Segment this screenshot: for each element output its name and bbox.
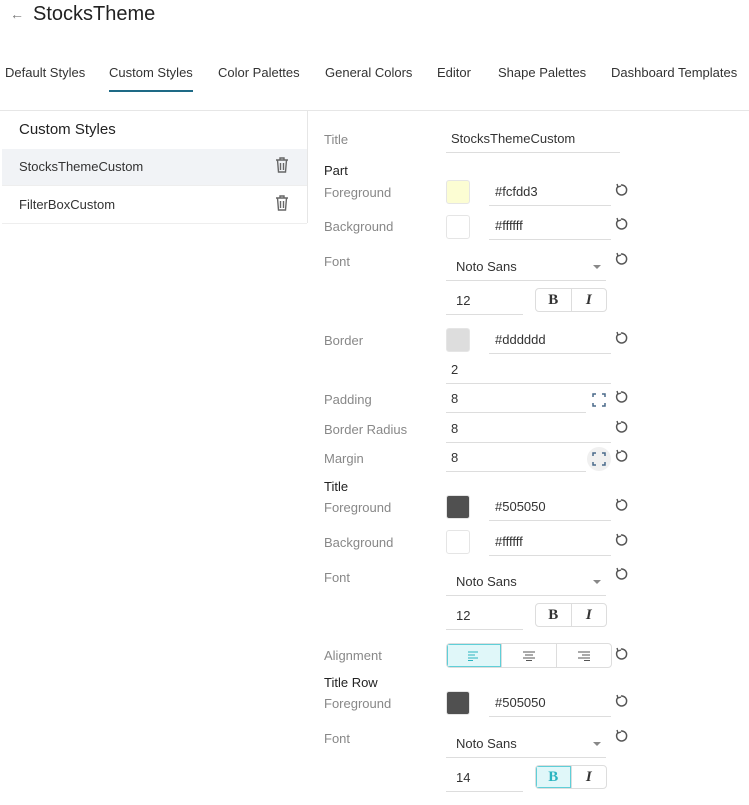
reset-icon[interactable] (614, 533, 628, 547)
italic-button[interactable]: I (570, 289, 607, 311)
bold-button[interactable]: B (536, 604, 571, 626)
part-font-value: Noto Sans (456, 259, 517, 274)
title-foreground-swatch[interactable] (446, 495, 470, 519)
reset-icon[interactable] (614, 449, 628, 463)
title-row-foreground-swatch[interactable] (446, 691, 470, 715)
part-margin-input[interactable]: 8 (446, 450, 586, 472)
part-font-label: Font (324, 254, 351, 269)
trash-icon[interactable] (275, 157, 289, 173)
part-foreground-label: Foreground (324, 185, 392, 200)
part-foreground-input[interactable]: #fcfdd3 (489, 184, 611, 206)
title-font-style-group: BI (535, 603, 607, 627)
title-heading: Title (324, 479, 349, 494)
alignment-label: Alignment (324, 648, 382, 663)
part-margin-label: Margin (324, 451, 364, 466)
part-font-select[interactable]: Noto Sans (446, 259, 606, 281)
part-background-input[interactable]: #ffffff (489, 218, 611, 240)
tab-general-colors[interactable]: General Colors (325, 65, 412, 80)
tab-shape-palettes[interactable]: Shape Palettes (498, 65, 586, 80)
title-font-label: Font (324, 570, 351, 585)
title-row-font-value: Noto Sans (456, 736, 517, 751)
part-font-size-input[interactable]: 12 (446, 293, 523, 315)
reset-icon[interactable] (614, 729, 628, 743)
align-center-icon (523, 651, 535, 661)
list-item[interactable]: FilterBoxCustom (2, 187, 307, 224)
title-font-size-input[interactable]: 12 (446, 608, 523, 630)
align-center-button[interactable] (501, 644, 556, 667)
title-input[interactable]: StocksThemeCustom (446, 131, 620, 153)
italic-button[interactable]: I (570, 604, 607, 626)
divider (307, 111, 308, 223)
title-background-swatch[interactable] (446, 530, 470, 554)
align-left-button[interactable] (447, 644, 501, 667)
reset-icon[interactable] (614, 647, 628, 661)
part-border-label: Border (324, 333, 364, 348)
custom-styles-heading: Custom Styles (19, 121, 116, 138)
title-row-heading: Title Row (324, 675, 378, 690)
title-row-font-select[interactable]: Noto Sans (446, 736, 606, 758)
title-font-select[interactable]: Noto Sans (446, 574, 606, 596)
reset-icon[interactable] (614, 183, 628, 197)
list-item[interactable]: StocksThemeCustom (2, 149, 307, 186)
part-background-label: Background (324, 219, 394, 234)
part-padding-label: Padding (324, 392, 372, 407)
part-border-radius-input[interactable]: 8 (446, 421, 611, 443)
bold-button[interactable]: B (536, 766, 571, 788)
list-item-label: FilterBoxCustom (19, 197, 116, 212)
alignment-group (446, 643, 612, 668)
title-foreground-input[interactable]: #505050 (489, 499, 611, 521)
back-arrow-icon[interactable]: ← (10, 6, 24, 22)
reset-icon[interactable] (614, 390, 628, 404)
title-row-foreground-input[interactable]: #505050 (489, 695, 611, 717)
expand-icon[interactable] (592, 452, 606, 466)
title-row-font-label: Font (324, 731, 351, 746)
align-right-button[interactable] (556, 644, 611, 667)
chevron-down-icon (593, 580, 601, 584)
page-title: StocksTheme (33, 3, 156, 25)
reset-icon[interactable] (614, 498, 628, 512)
reset-icon[interactable] (614, 252, 628, 266)
title-background-input[interactable]: #ffffff (489, 534, 611, 556)
part-border-color-input[interactable]: #dddddd (489, 332, 611, 354)
part-heading: Part (324, 163, 348, 178)
expand-icon[interactable] (592, 393, 606, 407)
italic-button[interactable]: I (570, 766, 607, 788)
reset-icon[interactable] (614, 217, 628, 231)
title-font-value: Noto Sans (456, 574, 517, 589)
part-font-style-group: BI (535, 288, 607, 312)
list-item-label: StocksThemeCustom (19, 159, 144, 174)
part-border-swatch[interactable] (446, 328, 470, 352)
title-label: Title (324, 132, 349, 147)
tab-editor[interactable]: Editor (437, 65, 471, 80)
tab-dashboard-templates[interactable]: Dashboard Templates (611, 65, 737, 80)
reset-icon[interactable] (614, 420, 628, 434)
part-background-swatch[interactable] (446, 215, 470, 239)
part-padding-input[interactable]: 8 (446, 391, 586, 413)
tab-color-palettes[interactable]: Color Palettes (218, 65, 300, 80)
part-border-width-input[interactable]: 2 (446, 362, 611, 384)
tab-default-styles[interactable]: Default Styles (5, 65, 85, 80)
part-foreground-swatch[interactable] (446, 180, 470, 204)
align-left-icon (468, 651, 478, 661)
chevron-down-icon (593, 265, 601, 269)
title-row-font-size-input[interactable]: 14 (446, 770, 523, 792)
title-row-foreground-label: Foreground (324, 696, 392, 711)
title-row-font-style-group: BI (535, 765, 607, 789)
align-right-icon (578, 651, 590, 661)
bold-button[interactable]: B (536, 289, 571, 311)
title-background-label: Background (324, 535, 394, 550)
reset-icon[interactable] (614, 331, 628, 345)
reset-icon[interactable] (614, 567, 628, 581)
chevron-down-icon (593, 742, 601, 746)
tab-custom-styles[interactable]: Custom Styles (109, 65, 193, 92)
reset-icon[interactable] (614, 694, 628, 708)
part-border-radius-label: Border Radius (324, 422, 408, 437)
trash-icon[interactable] (275, 195, 289, 211)
divider (0, 110, 749, 111)
title-foreground-label: Foreground (324, 500, 392, 515)
